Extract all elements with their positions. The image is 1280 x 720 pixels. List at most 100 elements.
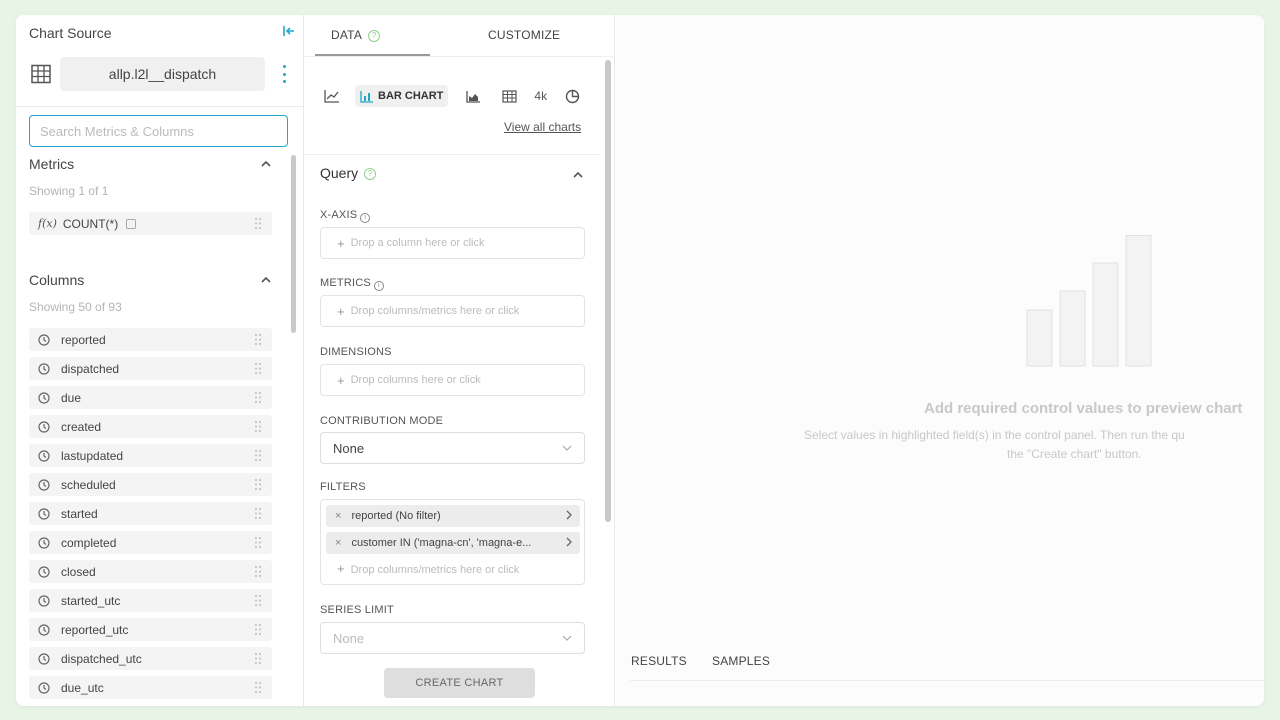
drag-handle-icon[interactable]: [254, 507, 262, 520]
column-item[interactable]: started: [29, 502, 272, 525]
column-item[interactable]: closed: [29, 560, 272, 583]
viz-type-selector: BAR CHART 4k: [321, 85, 601, 107]
series-limit-select[interactable]: None: [320, 622, 585, 654]
control-panel: DATA? CUSTOMIZE BAR CHART 4k View all ch…: [305, 15, 615, 706]
clock-icon: [38, 333, 50, 346]
line-chart-button[interactable]: [321, 85, 343, 107]
column-label: started_utc: [61, 593, 121, 608]
bar-chart-icon: [360, 90, 373, 103]
clock-icon: [38, 681, 50, 694]
column-item[interactable]: lastupdated: [29, 444, 272, 467]
dimensions-label: DIMENSIONS: [320, 346, 392, 358]
table-icon: [31, 64, 51, 84]
dataset-menu-icon[interactable]: [278, 64, 290, 84]
column-item[interactable]: dispatched_utc: [29, 647, 272, 670]
plus-icon: +: [337, 372, 345, 388]
drag-handle-icon[interactable]: [254, 449, 262, 462]
divider: [16, 106, 304, 107]
metrics-count: Showing 1 of 1: [29, 184, 109, 198]
column-label: scheduled: [61, 477, 116, 492]
drag-handle-icon[interactable]: [254, 420, 262, 433]
clock-icon: [38, 652, 50, 665]
metric-label: COUNT(*): [62, 216, 119, 231]
chevron-up-icon[interactable]: [571, 168, 585, 182]
column-item[interactable]: reported: [29, 328, 272, 351]
query-title-label: Query: [320, 165, 359, 181]
clock-icon: [38, 594, 50, 607]
tab-data-label: DATA: [331, 28, 363, 42]
query-section-title[interactable]: Query?: [320, 165, 377, 181]
drag-handle-icon[interactable]: [254, 623, 262, 636]
filter-chip[interactable]: × reported (No filter): [326, 505, 580, 527]
drag-handle-icon[interactable]: [254, 362, 262, 375]
plus-icon: +: [337, 235, 345, 251]
big-number-button[interactable]: 4k: [534, 85, 547, 107]
drag-handle-icon[interactable]: [254, 594, 262, 607]
clock-icon: [38, 420, 50, 433]
empty-state-description: Select values in highlighted field(s) in…: [804, 428, 1185, 442]
column-label: completed: [61, 535, 117, 550]
column-item[interactable]: started_utc: [29, 589, 272, 612]
add-filter-dropzone[interactable]: + Drop columns/metrics here or click: [337, 561, 519, 576]
column-label: closed: [61, 564, 96, 579]
contribution-mode-select[interactable]: None: [320, 432, 585, 464]
tab-customize[interactable]: CUSTOMIZE: [488, 28, 560, 42]
scrollbar[interactable]: [291, 155, 296, 333]
area-chart-button[interactable]: [462, 85, 484, 107]
scrollbar[interactable]: [605, 60, 611, 522]
drag-handle-icon[interactable]: [254, 652, 262, 665]
column-item[interactable]: completed: [29, 531, 272, 554]
search-metrics-input[interactable]: [29, 115, 288, 147]
clock-icon: [38, 536, 50, 549]
chevron-up-icon[interactable]: [259, 157, 273, 171]
chevron-right-icon: [566, 537, 572, 547]
column-item[interactable]: reported_utc: [29, 618, 272, 641]
divider: [305, 154, 600, 155]
plus-icon: +: [337, 303, 345, 319]
info-icon: [126, 218, 137, 229]
drag-handle-icon[interactable]: [254, 217, 262, 230]
drag-handle-icon[interactable]: [254, 333, 262, 346]
tab-samples[interactable]: SAMPLES: [712, 654, 770, 668]
pie-chart-button[interactable]: [561, 85, 583, 107]
drag-handle-icon[interactable]: [254, 478, 262, 491]
collapse-panel-icon[interactable]: [280, 23, 296, 39]
column-item[interactable]: dispatched: [29, 357, 272, 380]
columns-count: Showing 50 of 93: [29, 300, 122, 314]
drag-handle-icon[interactable]: [254, 536, 262, 549]
line-chart-icon: [324, 90, 339, 103]
chevron-up-icon[interactable]: [259, 273, 273, 287]
pie-chart-icon: [565, 89, 579, 103]
clock-icon: [38, 478, 50, 491]
column-item[interactable]: scheduled: [29, 473, 272, 496]
x-axis-dropzone[interactable]: + Drop a column here or click: [320, 227, 585, 259]
control-tabs: DATA? CUSTOMIZE: [305, 15, 615, 57]
metric-item[interactable]: f(x) COUNT(*): [29, 212, 272, 235]
explore-window: Chart Source allp.l2l__dispatch Metrics …: [16, 15, 1264, 706]
remove-filter-icon[interactable]: ×: [335, 537, 341, 549]
drag-handle-icon[interactable]: [254, 681, 262, 694]
metrics-dropzone[interactable]: + Drop columns/metrics here or click: [320, 295, 585, 327]
create-chart-button[interactable]: CREATE CHART: [384, 668, 535, 698]
table-icon: [502, 89, 517, 103]
tab-data[interactable]: DATA?: [331, 28, 381, 42]
active-tab-indicator: [315, 54, 430, 56]
view-all-charts-link[interactable]: View all charts: [504, 120, 581, 134]
table-chart-button[interactable]: [498, 85, 520, 107]
tab-results[interactable]: RESULTS: [631, 654, 687, 668]
series-limit-label: SERIES LIMIT: [320, 604, 394, 616]
function-icon: f(x): [38, 217, 57, 230]
info-icon: i: [373, 281, 384, 291]
filter-chip[interactable]: × customer IN ('magna-cn', 'magna-e...: [326, 532, 580, 554]
remove-filter-icon[interactable]: ×: [335, 510, 341, 522]
drag-handle-icon[interactable]: [254, 565, 262, 578]
dimensions-dropzone[interactable]: + Drop columns here or click: [320, 364, 585, 396]
column-item[interactable]: due: [29, 386, 272, 409]
dataset-selector[interactable]: allp.l2l__dispatch: [60, 57, 265, 91]
column-item[interactable]: created: [29, 415, 272, 438]
column-item[interactable]: due_utc: [29, 676, 272, 699]
dimensions-placeholder: Drop columns here or click: [350, 374, 481, 386]
bar-chart-button[interactable]: BAR CHART: [355, 85, 449, 107]
drag-handle-icon[interactable]: [254, 391, 262, 404]
help-icon: ?: [368, 29, 381, 42]
